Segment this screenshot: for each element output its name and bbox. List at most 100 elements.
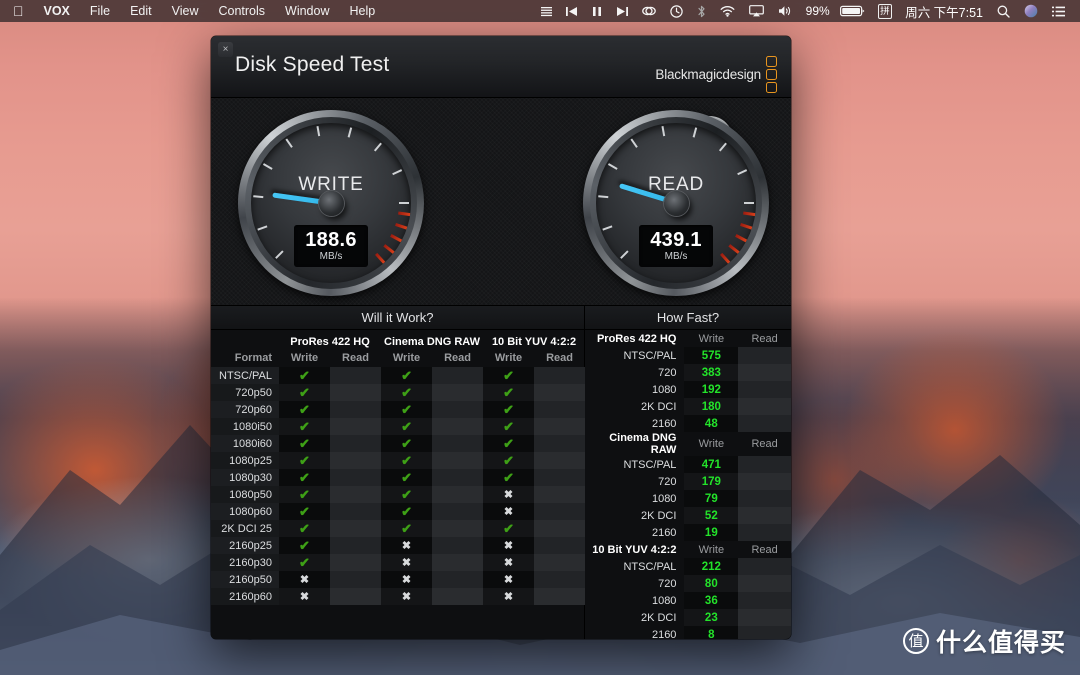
spotlight-search-icon[interactable]	[990, 5, 1017, 18]
battery-icon[interactable]	[833, 5, 872, 17]
menu-item-window[interactable]: Window	[275, 0, 339, 22]
format-name: 720p50	[211, 384, 279, 401]
next-track-icon[interactable]	[609, 6, 635, 17]
column-header-read-1: Read	[342, 352, 369, 364]
read-speed-value	[738, 347, 791, 364]
format-name: 2160	[651, 526, 677, 539]
column-header-write-1: Write	[290, 352, 319, 364]
previous-track-icon[interactable]	[559, 6, 585, 17]
status-empty-cell	[330, 571, 382, 588]
menu-bar:  VOX File Edit View Controls Window Hel…	[0, 0, 1080, 22]
write-speed-value: 48	[684, 415, 739, 432]
format-name: 2K DCI	[640, 400, 677, 413]
table-row: 1080 36	[585, 592, 791, 609]
list-icon[interactable]	[534, 6, 559, 17]
menu-item-view[interactable]: View	[162, 0, 209, 22]
input-source-indicator[interactable]: 拼	[877, 3, 893, 19]
status-check-icon: ✔	[279, 486, 330, 503]
status-check-icon: ✔	[279, 384, 330, 401]
status-empty-cell	[330, 401, 382, 418]
notification-center-icon[interactable]	[1045, 6, 1072, 17]
brand-logo: Blackmagicdesign	[655, 56, 777, 93]
table-row: 2160p30 ✔ ✖ ✖	[211, 554, 586, 571]
status-empty-cell	[534, 452, 586, 469]
status-check-icon: ✔	[381, 503, 433, 520]
format-name: 720p60	[211, 401, 279, 418]
group-header-dng: Cinema DNG RAW	[384, 335, 480, 348]
siri-icon[interactable]	[1017, 4, 1045, 18]
creative-cloud-icon[interactable]	[635, 5, 663, 17]
format-name: NTSC/PAL	[623, 458, 677, 471]
format-name: 1080i60	[211, 435, 279, 452]
volume-icon[interactable]	[771, 5, 799, 17]
status-empty-cell	[534, 588, 586, 605]
status-check-icon: ✔	[279, 537, 330, 554]
status-check-icon: ✔	[381, 520, 433, 537]
status-empty-cell	[432, 503, 484, 520]
format-name: 2160p25	[211, 537, 279, 554]
status-check-icon: ✔	[381, 435, 433, 452]
status-empty-cell	[534, 503, 586, 520]
group-header-row: ProRes 422 HQ Write Read	[585, 330, 791, 347]
status-empty-cell	[432, 367, 484, 384]
status-empty-cell	[432, 554, 484, 571]
format-name: NTSC/PAL	[623, 560, 677, 573]
table-row: 2K DCI 23	[585, 609, 791, 626]
table-row: 2160 48	[585, 415, 791, 432]
table-row: 720p60 ✔ ✔ ✔	[211, 401, 586, 418]
format-name: 1080p60	[211, 503, 279, 520]
read-gauge-hub	[663, 190, 689, 216]
column-header-read: Read	[751, 332, 778, 345]
column-header-write: Write	[698, 332, 725, 345]
bluetooth-icon[interactable]	[690, 5, 713, 18]
column-header-read-2: Read	[444, 352, 471, 364]
wifi-icon[interactable]	[713, 5, 742, 17]
table-row: 2160 8	[585, 626, 791, 639]
write-gauge-hub	[318, 190, 344, 216]
table-row: 720 383	[585, 364, 791, 381]
status-cross-icon: ✖	[381, 588, 433, 605]
write-speed-value: 36	[684, 592, 739, 609]
clock-label[interactable]: 周六 下午7:51	[898, 2, 990, 21]
read-speed-value	[738, 524, 791, 541]
menu-item-app-name[interactable]: VOX	[34, 0, 80, 22]
status-check-icon: ✔	[483, 384, 535, 401]
format-name: 1080	[651, 383, 677, 396]
apple-menu-icon[interactable]: 	[9, 1, 34, 21]
will-it-work-title: Will it Work?	[211, 306, 584, 330]
status-empty-cell	[330, 588, 382, 605]
status-empty-cell	[432, 520, 484, 537]
status-check-icon: ✔	[483, 435, 535, 452]
status-empty-cell	[432, 401, 484, 418]
status-empty-cell	[330, 418, 382, 435]
write-speed-value: 52	[684, 507, 739, 524]
sub-header-row: Format Write Read Write Read Write Read	[211, 349, 585, 367]
menu-item-help[interactable]: Help	[340, 0, 386, 22]
status-check-icon: ✔	[483, 367, 535, 384]
status-check-icon: ✔	[381, 486, 433, 503]
write-speed-value: 79	[684, 490, 739, 507]
column-header-write-3: Write	[494, 352, 523, 364]
table-row: 1080i50 ✔ ✔ ✔	[211, 418, 586, 435]
how-fast-body: ProRes 422 HQ Write Read NTSC/PAL 575 720 383 1…	[585, 330, 791, 639]
airplay-icon[interactable]	[742, 5, 771, 17]
watermark: 值 什么值得买	[902, 623, 1066, 659]
will-it-work-body: NTSC/PAL ✔ ✔ ✔ 720p50 ✔ ✔ ✔ 720p60 ✔ ✔ ✔ 1080i50 ✔ ✔ ✔ 1…	[211, 367, 586, 605]
status-check-icon: ✔	[381, 452, 433, 469]
menu-item-controls[interactable]: Controls	[208, 0, 275, 22]
status-empty-cell	[534, 554, 586, 571]
pause-icon[interactable]	[585, 6, 609, 17]
read-speed-value	[738, 575, 791, 592]
time-machine-icon[interactable]	[663, 4, 690, 18]
format-name: NTSC/PAL	[623, 349, 677, 362]
read-speed-value	[738, 364, 791, 381]
column-header-read-3: Read	[546, 352, 573, 364]
close-button[interactable]: ×	[218, 42, 233, 57]
status-check-icon: ✔	[381, 401, 433, 418]
table-row: NTSC/PAL 212	[585, 558, 791, 575]
menu-item-file[interactable]: File	[80, 0, 120, 22]
status-cross-icon: ✖	[279, 571, 330, 588]
status-empty-cell	[534, 537, 586, 554]
menu-item-edit[interactable]: Edit	[120, 0, 162, 22]
menu-bar-left:  VOX File Edit View Controls Window Hel…	[9, 0, 385, 22]
